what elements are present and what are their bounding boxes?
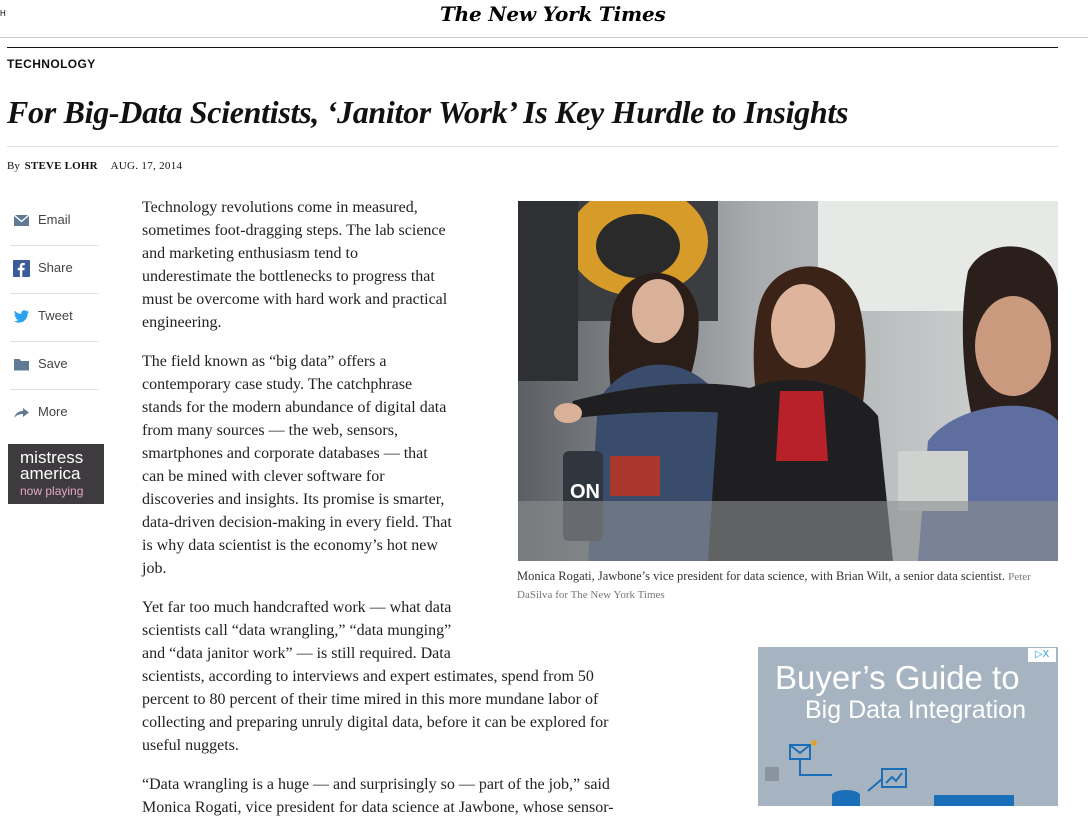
share-rail: Email Share Tweet Save More (10, 198, 99, 437)
paragraph-4: “Data wrangling is a huge — and surprisi… (142, 773, 614, 819)
nyt-logo[interactable]: The New York Times (440, 0, 666, 28)
text-line: job. (142, 560, 167, 577)
save-article-button[interactable]: Save (10, 342, 99, 390)
share-facebook-label: Share (38, 260, 73, 275)
text-line: is why data scientist is the economy’s h… (142, 537, 438, 554)
text-line: engineering. (142, 314, 222, 331)
share-arrow-icon (14, 408, 29, 418)
text-line: scientists, according to interviews and … (142, 668, 594, 685)
text-line: discoveries and insights. Its promise is… (142, 491, 445, 508)
ad-line-3: now playing (20, 484, 84, 498)
headline-divider (7, 146, 1058, 147)
text-line: can be mined with clever software for (142, 468, 385, 485)
author-link[interactable]: STEVE LOHR (25, 160, 98, 172)
adchoices-icon[interactable]: ▷X (1028, 648, 1056, 662)
ad-subheadline: Big Data Integration (805, 696, 1026, 724)
ad-headline: Buyer’s Guide to (775, 659, 1020, 696)
paragraph-3: Yet far too much handcrafted work — what… (142, 596, 608, 757)
byline-prefix: By (7, 160, 20, 172)
folder-icon (14, 359, 29, 371)
big-data-ad[interactable]: Buyer’s Guide to Big Data Integration ▷X (758, 647, 1058, 806)
article-photo[interactable]: ON (518, 201, 1058, 561)
share-email-button[interactable]: Email (10, 198, 99, 246)
facebook-icon (13, 260, 30, 277)
photo-can-label: ON (570, 481, 600, 503)
paragraph-1: Technology revolutions come in measured,… (142, 196, 447, 334)
section-rule (7, 47, 1058, 48)
text-line: collecting and preparing unruly digital … (142, 714, 609, 731)
text-line: smartphones and corporate databases — th… (142, 445, 428, 462)
paragraph-2: The field known as “big data” offers a c… (142, 350, 452, 580)
text-line: must be overcome with hard work and prac… (142, 291, 448, 308)
section-label[interactable]: TECHNOLOGY (7, 57, 96, 71)
text-line: and “data janitor work” — is still requi… (142, 645, 451, 662)
share-twitter-button[interactable]: Tweet (10, 294, 99, 342)
movie-ad[interactable]: mistress america now playing (8, 444, 104, 504)
text-line: stands for the modern abundance of digit… (142, 399, 447, 416)
share-twitter-label: Tweet (38, 308, 73, 323)
caption-text: Monica Rogati, Jawbone’s vice president … (517, 569, 1006, 583)
text-line: “Data wrangling is a huge — and surprisi… (142, 776, 610, 793)
text-line: contemporary case study. The catchphrase (142, 376, 413, 393)
text-line: from many sources — the web, sensors, (142, 422, 398, 439)
text-line: data-driven decision-making in every fie… (142, 514, 452, 531)
text-line: and marketing enthusiasm tend to (142, 245, 358, 262)
twitter-icon (14, 310, 29, 323)
text-line: underestimate the bottlenecks to progres… (142, 268, 435, 285)
publish-date: AUG. 17, 2014 (110, 160, 183, 172)
byline: By STEVE LOHR AUG. 17, 2014 (7, 158, 182, 174)
text-line: scientists call “data wrangling,” “data … (142, 622, 452, 639)
article-headline: For Big-Data Scientists, ‘Janitor Work’ … (7, 94, 849, 130)
more-label: More (38, 404, 68, 419)
photo-caption: Monica Rogati, Jawbone’s vice president … (517, 568, 1057, 604)
text-line: useful nuggets. (142, 737, 239, 754)
share-facebook-button[interactable]: Share (10, 246, 99, 294)
ad-line-2: america (20, 464, 81, 483)
ad-diagram-icon (765, 740, 1014, 806)
share-email-label: Email (38, 212, 71, 227)
text-line: sometimes foot-dragging steps. The lab s… (142, 222, 446, 239)
text-line: Technology revolutions come in measured, (142, 199, 418, 216)
edge-glyph: H (0, 9, 6, 18)
mail-icon (13, 214, 30, 226)
text-line: The field known as “big data” offers a (142, 353, 387, 370)
more-share-button[interactable]: More (10, 390, 99, 437)
photo-illustration (518, 201, 1058, 561)
text-line: Monica Rogati, vice president for data s… (142, 799, 614, 816)
save-label: Save (38, 356, 68, 371)
text-line: percent to 80 percent of their time mire… (142, 691, 599, 708)
